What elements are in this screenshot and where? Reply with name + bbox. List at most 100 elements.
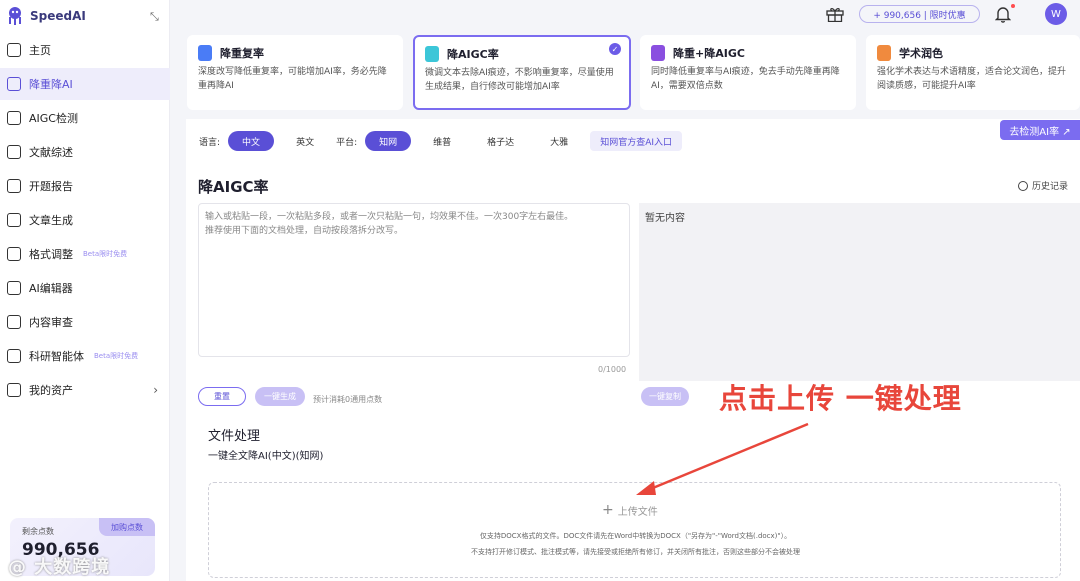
history-label: 历史记录 [1032, 182, 1069, 192]
sidebar-item-rewrite[interactable]: 降重降AI [0, 68, 170, 100]
mode-card-polish[interactable]: 学术润色 强化学术表达与术语精度，适合论文润色，提升阅读质感，可能提升AI率 [866, 35, 1080, 110]
octopus-logo-icon [9, 7, 21, 25]
mode-card-dedup-aigc[interactable]: 降重+降AIGC 同时降低重复率与AI痕迹，免去手动先降重再降AI，需要双倍点数 [640, 35, 856, 110]
sidebar-item-label: 文献综述 [29, 146, 73, 159]
mode-card-dedup[interactable]: 降重复率 深度改写降低重复率，可能增加AI率，务必先降重再降AI [187, 35, 403, 110]
language-label: 语言: [199, 137, 221, 148]
upload-button[interactable]: + 上传文件 [602, 502, 658, 518]
file-section-subtitle: 一键全文降AI(中文)(知网) [208, 451, 324, 462]
combo-icon [651, 45, 665, 61]
plus-icon: + [602, 502, 614, 518]
wand-icon [7, 77, 21, 91]
sidebar-item-home[interactable]: 主页 [0, 34, 170, 66]
placeholder-line: 推荐使用下面的文档处理，自动按段落拆分改写。 [205, 226, 404, 236]
file-section-title: 文件处理 [208, 429, 261, 444]
cnki-ai-check-link[interactable]: 知网官方查AI入口 [590, 131, 682, 151]
wallet-icon [7, 383, 21, 397]
sidebar-nav: 主页 降重降AI AIGC检测 文献综述 开题报告 文章生成 格式调整 Beta… [0, 32, 170, 408]
grid-icon [7, 43, 21, 57]
document-icon [198, 45, 212, 61]
mode-desc: 深度改写降低重复率，可能增加AI率，务必先降重再降AI [198, 67, 387, 91]
sidebar-item-label: AIGC检测 [29, 112, 78, 125]
layers-icon [425, 46, 439, 62]
sidebar-item-label: 文章生成 [29, 214, 73, 227]
upload-note: 仅支持DOCX格式的文件。DOC文件请先在Word中转换为DOCX（"另存为"-… [479, 532, 792, 540]
platform-chip-vip[interactable]: 维普 [419, 131, 465, 151]
mode-title: 降AIGC率 [447, 48, 499, 61]
sidebar-item-aigc-detect[interactable]: AIGC检测 [0, 102, 170, 134]
notification-dot [1011, 4, 1015, 8]
annotation-text: 点击上传 一键处理 [719, 382, 962, 415]
robot-icon [7, 349, 21, 363]
check-icon: ✓ [609, 43, 621, 55]
placeholder-line: 输入或粘贴一段，一次粘贴多段，或者一次只粘贴一句，均效果不佳。一次300字左右最… [205, 212, 574, 222]
format-icon [7, 247, 21, 261]
sidebar-item-label: 主页 [29, 44, 51, 57]
generate-button[interactable]: 一键生成 [255, 387, 305, 406]
mode-desc: 强化学术表达与术语精度，适合论文润色，提升阅读质感，可能提升AI率 [877, 67, 1067, 91]
avatar[interactable]: W [1045, 3, 1067, 25]
upload-dropzone[interactable]: + 上传文件 仅支持DOCX格式的文件。DOC文件请先在Word中转换为DOCX… [208, 482, 1061, 578]
scan-icon [7, 111, 21, 125]
pen-icon [7, 213, 21, 227]
app-name: SpeedAI [30, 9, 86, 23]
platform-chip-cnki[interactable]: 知网 [365, 131, 412, 151]
text-input[interactable]: 输入或粘贴一段，一次粘贴多段，或者一次只粘贴一句，均效果不佳。一次300字左右最… [198, 203, 630, 357]
sidebar-item-article[interactable]: 文章生成 [0, 204, 170, 236]
sidebar-item-label: 格式调整 [29, 248, 73, 261]
mode-title: 学术润色 [899, 47, 943, 60]
sidebar-item-label: 我的资产 [29, 384, 73, 397]
buy-points-button[interactable]: 加购点数 [99, 518, 155, 536]
upload-note: 不支持打开修订模式、批注模式等，请先接受或拒绝所有修订，并关闭所有批注，否则这些… [471, 548, 800, 556]
brush-icon [877, 45, 891, 61]
mode-card-reduce-aigc[interactable]: 降AIGC率 微调文本去除AI痕迹，不影响重复率，尽量使用生成结果，自行修改可能… [413, 35, 631, 110]
report-icon [7, 179, 21, 193]
sidebar-item-label: 降重降AI [29, 78, 73, 91]
sidebar-item-review[interactable]: 内容审查 [0, 306, 170, 338]
mode-desc: 微调文本去除AI痕迹，不影响重复率，尽量使用生成结果，自行修改可能增加AI率 [425, 68, 614, 92]
filter-row: 语言: 中文 英文 平台: 知网 维普 格子达 大雅 知网官方查AI入口 [199, 131, 682, 151]
sidebar-item-label: AI编辑器 [29, 282, 73, 295]
lang-chip-zh[interactable]: 中文 [228, 131, 275, 151]
page-title: 降AIGC率 [198, 178, 269, 196]
platform-chip-gezida[interactable]: 格子达 [473, 131, 528, 151]
watermark: @ 大数跨境 [8, 557, 111, 578]
doc-icon [7, 145, 21, 159]
editor-icon [7, 281, 21, 295]
history-button[interactable]: 历史记录 [1018, 179, 1068, 192]
sidebar-item-research-agent[interactable]: 科研智能体 Beta限时免费 [0, 340, 170, 372]
review-icon [7, 315, 21, 329]
points-promo-pill[interactable]: + 990,656 | 限时优惠 [859, 5, 980, 23]
mode-title: 降重+降AIGC [673, 47, 745, 60]
chevron-right-icon: › [153, 383, 158, 397]
mode-desc: 同时降低重复率与AI痕迹，免去手动先降重再降AI，需要双倍点数 [651, 67, 840, 91]
lang-chip-en[interactable]: 英文 [282, 131, 328, 151]
clock-icon [1018, 180, 1028, 191]
sidebar-item-assets[interactable]: 我的资产 › [0, 374, 170, 406]
sidebar-item-proposal[interactable]: 开题报告 [0, 170, 170, 202]
sidebar: SpeedAI ⤡ 主页 降重降AI AIGC检测 文献综述 开题报告 文章生成 [0, 0, 170, 581]
platform-chip-daya[interactable]: 大雅 [536, 131, 582, 151]
sidebar-item-label: 开题报告 [29, 180, 73, 193]
gift-icon[interactable] [826, 6, 844, 22]
beta-tag: Beta限时免费 [94, 352, 139, 360]
detect-ai-rate-button[interactable]: 去检测AI率 ↗ [1000, 120, 1080, 140]
output-area: 暂无内容 [639, 203, 1080, 381]
output-empty-text: 暂无内容 [645, 213, 685, 224]
char-counter: 0/1000 [598, 365, 627, 374]
app-logo[interactable]: SpeedAI [6, 6, 86, 26]
sidebar-item-format[interactable]: 格式调整 Beta限时免费 [0, 238, 170, 270]
bell-icon[interactable] [995, 5, 1011, 23]
cost-estimate: 预计消耗0通用点数 [313, 395, 383, 404]
reset-button[interactable]: 重置 [198, 387, 246, 406]
beta-tag: Beta限时免费 [83, 250, 128, 258]
sidebar-item-label: 内容审查 [29, 316, 73, 329]
upload-label: 上传文件 [617, 506, 658, 518]
main-panel: 语言: 中文 英文 平台: 知网 维普 格子达 大雅 知网官方查AI入口 去检测… [186, 119, 1080, 581]
sidebar-item-literature[interactable]: 文献综述 [0, 136, 170, 168]
collapse-sidebar-icon[interactable]: ⤡ [150, 10, 159, 24]
sidebar-item-label: 科研智能体 [29, 350, 84, 363]
copy-button[interactable]: 一键复制 [641, 387, 689, 406]
points-label: 剩余点数 [22, 527, 54, 536]
sidebar-item-ai-editor[interactable]: AI编辑器 [0, 272, 170, 304]
